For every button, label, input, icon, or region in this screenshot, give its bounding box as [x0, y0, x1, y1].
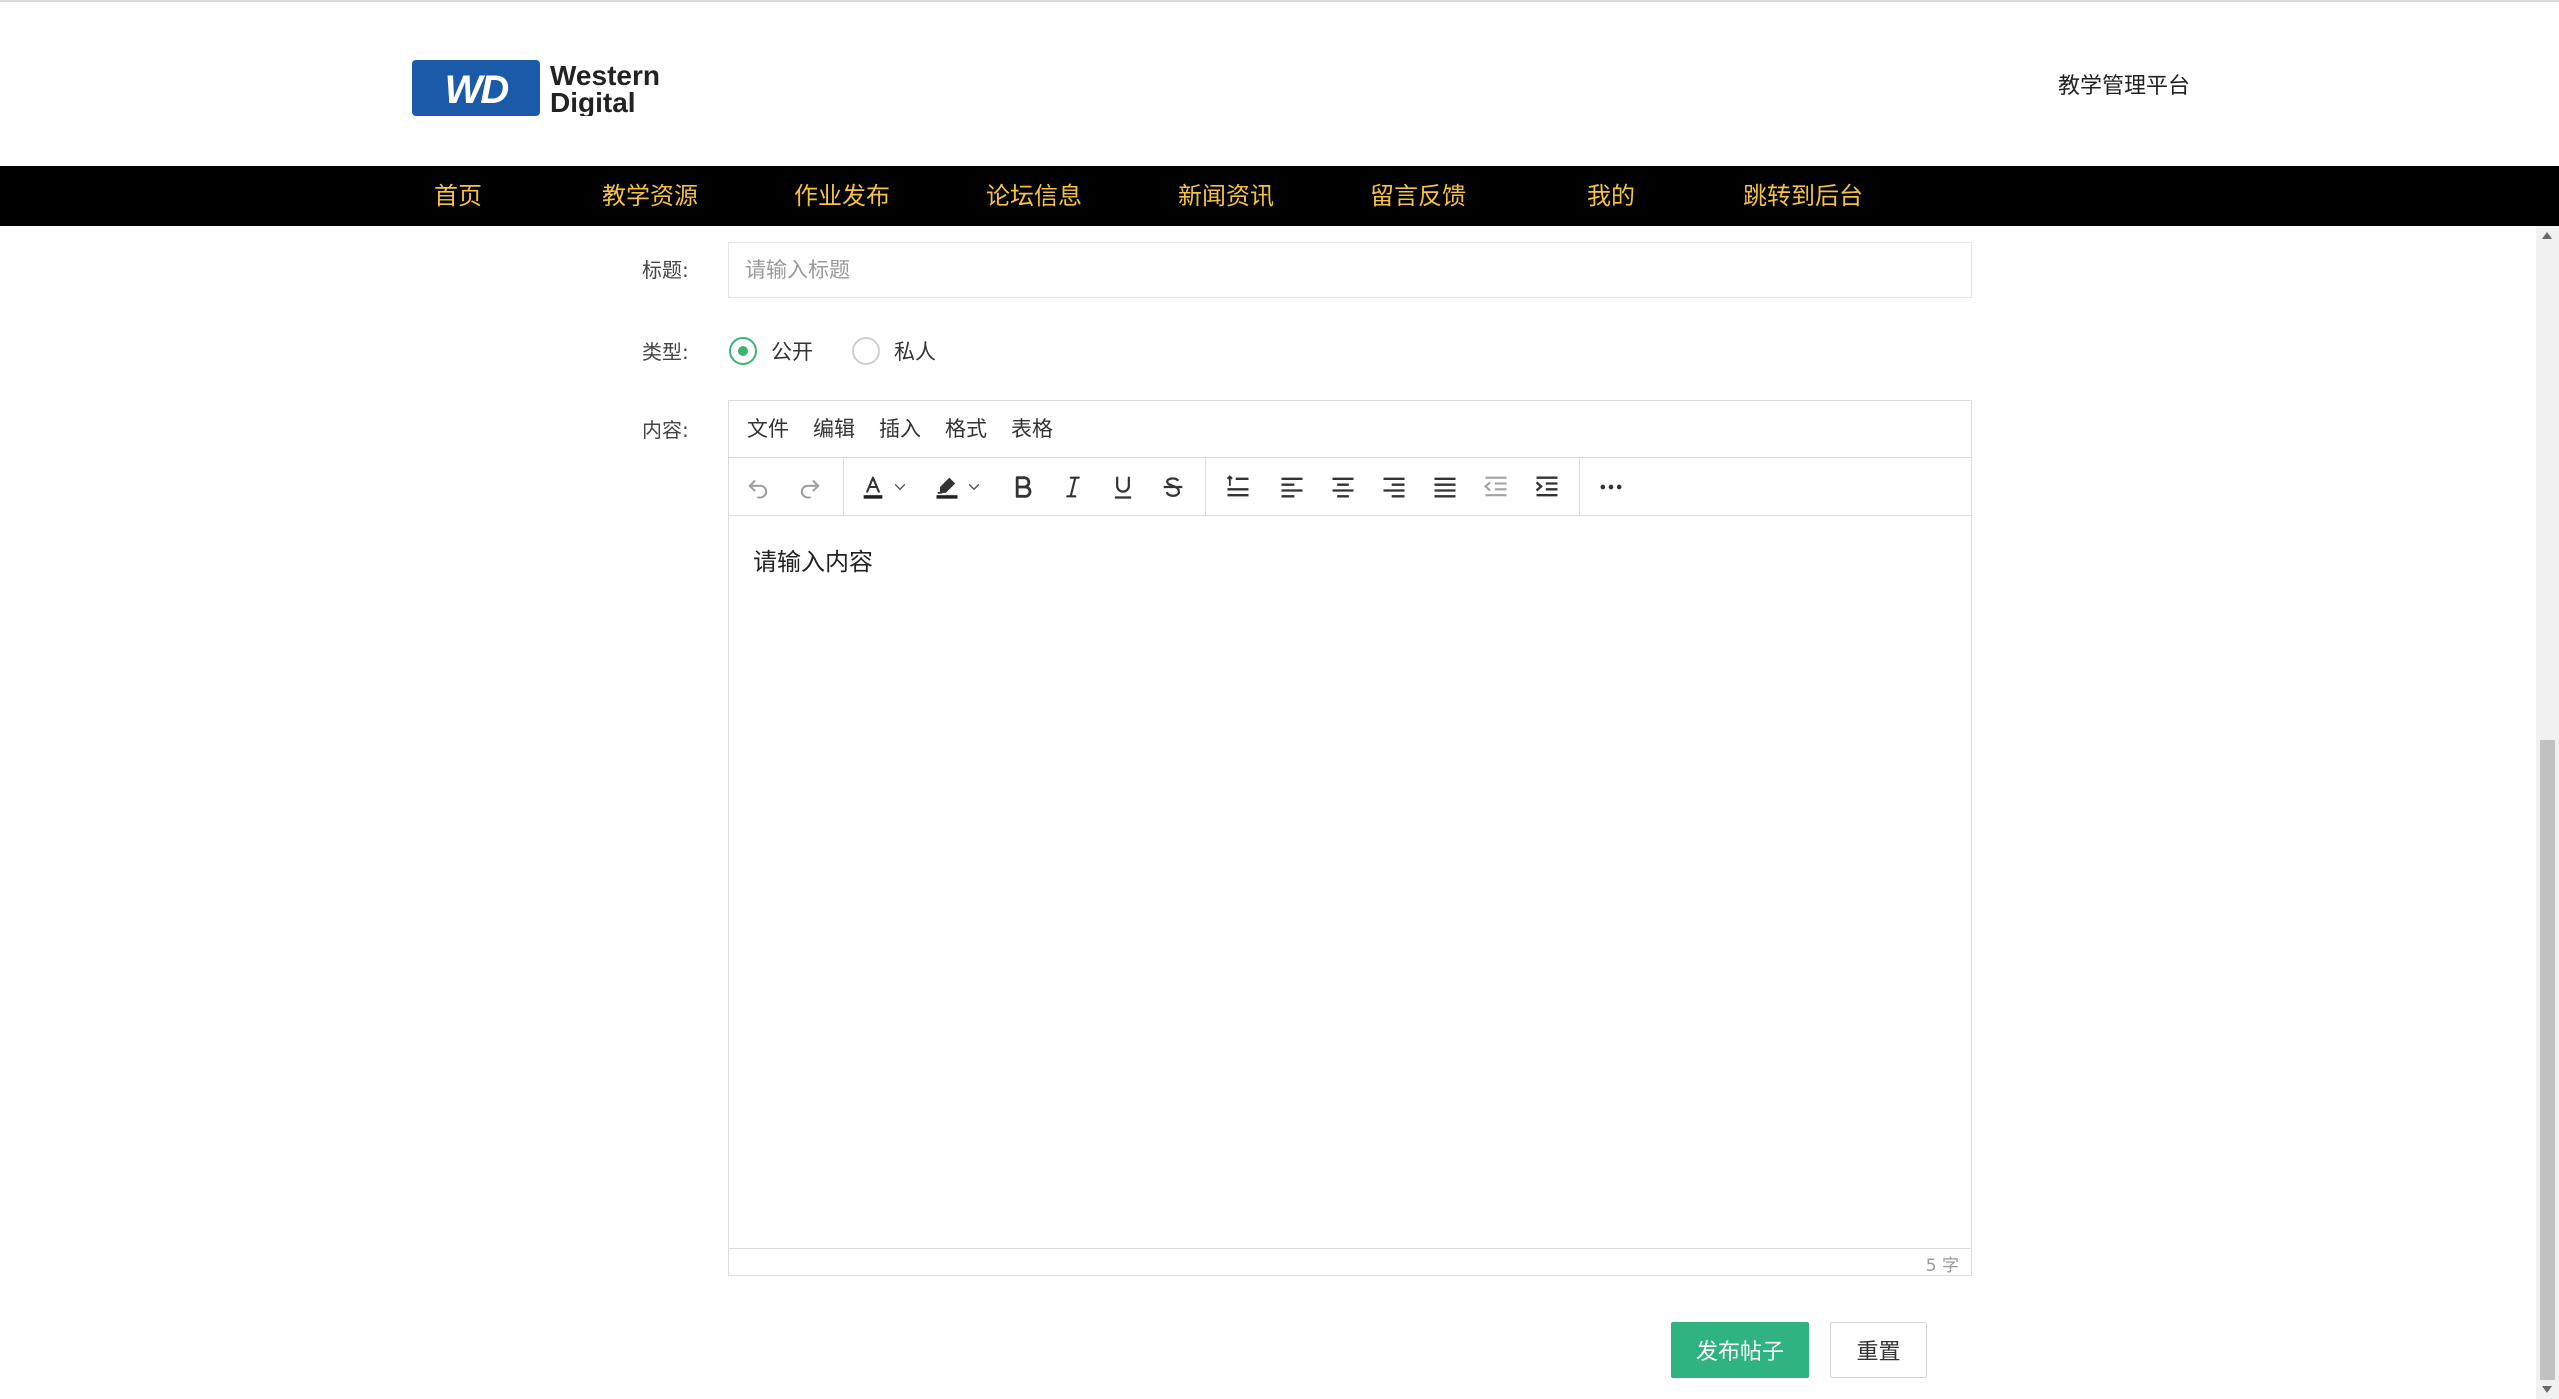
site-header: WD Western Digital 教学管理平台: [0, 2, 2559, 166]
line-height-icon[interactable]: [1220, 469, 1256, 505]
indent-icon[interactable]: [1529, 469, 1565, 505]
menu-edit[interactable]: 编辑: [813, 401, 855, 457]
title-input[interactable]: [728, 242, 1972, 298]
align-left-icon[interactable]: [1274, 469, 1310, 505]
redo-icon[interactable]: [792, 469, 828, 505]
svg-text:Digital: Digital: [550, 87, 636, 116]
content-label: 内容:: [642, 418, 689, 442]
outdent-icon[interactable]: [1478, 469, 1514, 505]
western-digital-logo[interactable]: WD Western Digital: [412, 60, 696, 116]
align-justify-icon[interactable]: [1427, 469, 1463, 505]
reset-button[interactable]: 重置: [1830, 1322, 1927, 1378]
rich-text-editor: 文件 编辑 插入 格式 表格 请输入内容 5 字: [728, 400, 1972, 1276]
font-color-dropdown-icon[interactable]: [889, 469, 911, 505]
title-label: 标题:: [642, 258, 689, 282]
strikethrough-icon[interactable]: [1155, 469, 1191, 505]
underline-icon[interactable]: [1105, 469, 1141, 505]
radio-private-label: 私人: [894, 340, 936, 364]
toolbar-separator: [843, 458, 844, 515]
nav-item-homework[interactable]: 作业发布: [790, 166, 894, 226]
submit-post-button[interactable]: 发布帖子: [1671, 1322, 1809, 1378]
menu-insert[interactable]: 插入: [879, 401, 921, 457]
font-color-icon[interactable]: [855, 469, 891, 505]
editor-menubar: 文件 编辑 插入 格式 表格: [729, 401, 1971, 458]
menu-format[interactable]: 格式: [945, 401, 987, 457]
bold-icon[interactable]: [1005, 469, 1041, 505]
toolbar-separator: [1579, 458, 1580, 515]
post-form: 标题: 类型: 公开 私人 内容: 文件 编辑 插入 格式 表格: [0, 226, 2536, 1399]
main-nav: 首页 教学资源 作业发布 论坛信息 新闻资讯 留言反馈 我的 跳转到后台: [0, 166, 2559, 226]
radio-public[interactable]: 公开: [729, 334, 813, 368]
undo-icon[interactable]: [740, 469, 776, 505]
scrollbar-thumb[interactable]: [2540, 740, 2555, 1380]
nav-item-news[interactable]: 新闻资讯: [1174, 166, 1278, 226]
scroll-up-arrow-icon[interactable]: [2542, 232, 2552, 239]
type-label: 类型:: [642, 340, 689, 364]
radio-public-label: 公开: [771, 340, 813, 364]
toolbar-separator: [1205, 458, 1206, 515]
highlight-dropdown-icon[interactable]: [963, 469, 985, 505]
svg-text:WD: WD: [445, 68, 509, 112]
menu-file[interactable]: 文件: [747, 401, 789, 457]
radio-private-circle[interactable]: [852, 337, 880, 365]
scroll-down-arrow-icon[interactable]: [2542, 1386, 2552, 1393]
align-center-icon[interactable]: [1325, 469, 1361, 505]
editor-content-area[interactable]: 请输入内容: [729, 516, 1971, 1249]
platform-title: 教学管理平台: [2058, 74, 2191, 99]
nav-item-forum[interactable]: 论坛信息: [982, 166, 1086, 226]
nav-item-mine[interactable]: 我的: [1566, 166, 1656, 226]
editor-toolbar: [729, 458, 1971, 516]
radio-private[interactable]: 私人: [852, 334, 936, 368]
nav-item-admin[interactable]: 跳转到后台: [1738, 166, 1868, 226]
more-icon[interactable]: [1593, 469, 1629, 505]
align-right-icon[interactable]: [1376, 469, 1412, 505]
menu-table[interactable]: 表格: [1011, 401, 1053, 457]
word-count: 5 字: [1925, 1256, 1959, 1276]
italic-icon[interactable]: [1055, 469, 1091, 505]
nav-item-teaching-resources[interactable]: 教学资源: [598, 166, 702, 226]
editor-statusbar: 5 字: [729, 1248, 1971, 1276]
page-scrollbar[interactable]: [2536, 226, 2559, 1399]
nav-item-home[interactable]: 首页: [410, 166, 506, 226]
radio-public-circle[interactable]: [729, 337, 757, 365]
highlight-icon[interactable]: [929, 469, 965, 505]
nav-item-feedback[interactable]: 留言反馈: [1366, 166, 1470, 226]
